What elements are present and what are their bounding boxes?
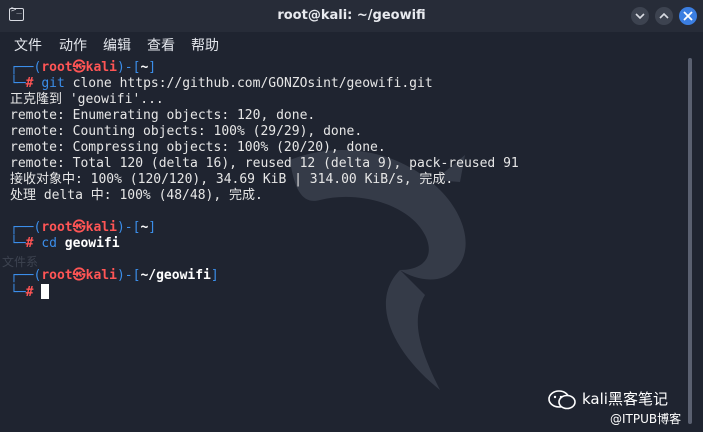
output-line: remote: Total 120 (delta 16), reused 12 … <box>10 156 519 171</box>
terminal-output[interactable]: ┌──(root㉿kali)-[~] └─# git clone https:/… <box>0 57 690 432</box>
terminal-window: 文件系 >_ root@kali: ~/geowifi 文件 动作 编辑 查看 … <box>0 0 703 432</box>
maximize-icon <box>659 12 669 19</box>
menu-bar: 文件 动作 编辑 查看 帮助 <box>0 32 703 56</box>
close-button[interactable] <box>679 7 697 25</box>
menu-action[interactable]: 动作 <box>59 35 87 55</box>
close-icon <box>683 11 693 21</box>
command-line: └─# git clone https://github.com/GONZOsi… <box>10 76 433 91</box>
active-command-line[interactable]: └─# <box>10 284 50 301</box>
output-line: 处理 delta 中: 100% (48/48), 完成. <box>10 188 263 203</box>
output-line: remote: Counting objects: 100% (29/29), … <box>10 124 363 139</box>
output-line: remote: Compressing objects: 100% (20/20… <box>10 140 386 155</box>
output-line: 正克隆到 'geowifi'... <box>10 92 164 107</box>
menu-view[interactable]: 查看 <box>147 35 175 55</box>
output-line: 接收对象中: 100% (120/120), 34.69 KiB | 314.0… <box>10 172 454 187</box>
prompt-line: ┌──(root㉿kali)-[~] <box>10 220 157 235</box>
maximize-button[interactable] <box>655 7 673 25</box>
wechat-icon <box>548 390 576 410</box>
output-line: remote: Enumerating objects: 120, done. <box>10 108 316 123</box>
window-title: root@kali: ~/geowifi <box>277 8 426 23</box>
text-cursor <box>41 284 50 299</box>
minimize-icon <box>635 13 645 20</box>
title-bar[interactable]: >_ root@kali: ~/geowifi <box>0 0 703 32</box>
watermark: kali黑客笔记 @ITPUB博客 <box>548 384 698 428</box>
menu-help[interactable]: 帮助 <box>191 35 219 55</box>
watermark-subtitle: @ITPUB博客 <box>610 412 682 426</box>
menu-edit[interactable]: 编辑 <box>103 35 131 55</box>
prompt-line: ┌──(root㉿kali)-[~/geowifi] <box>10 268 219 283</box>
command-line: └─# cd geowifi <box>10 236 120 251</box>
watermark-title: kali黑客笔记 <box>582 390 668 408</box>
menu-file[interactable]: 文件 <box>14 35 42 55</box>
scrollbar-thumb[interactable] <box>688 58 692 424</box>
prompt-line: ┌──(root㉿kali)-[~] <box>10 60 157 75</box>
minimize-button[interactable] <box>631 7 649 25</box>
